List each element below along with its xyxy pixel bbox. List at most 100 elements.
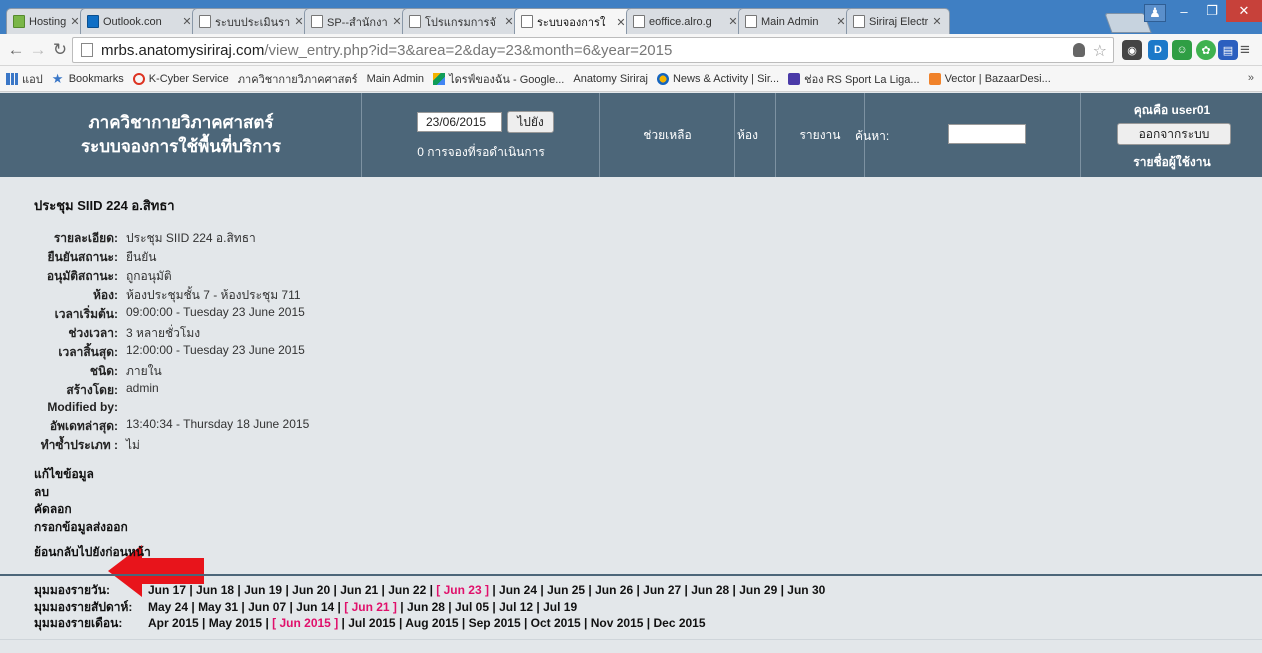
logout-button[interactable]: ออกจากระบบ xyxy=(1117,123,1231,145)
user-profile-icon[interactable]: ♟ xyxy=(1144,4,1166,22)
user-list-link[interactable]: รายชื่อผู้ใช้งาน xyxy=(1081,153,1262,172)
browser-tab[interactable]: Outlook.con ✕ xyxy=(80,8,200,34)
edit-entry-link[interactable]: แก้ไขข้อมูล xyxy=(34,466,128,484)
month-view-link[interactable]: Jul 2015 xyxy=(348,616,395,630)
browser-tab[interactable]: HostingLotu✕ xyxy=(6,8,88,34)
week-view-link[interactable]: May 31 xyxy=(198,600,238,614)
entry-details-table: รายละเอียด: ประชุม SIID 224 อ.สิทธา ยืนยัน… xyxy=(22,229,310,455)
d-extension-icon[interactable]: D xyxy=(1148,40,1168,60)
tab-label: SP--สำนักงาน xyxy=(327,16,388,29)
restore-icon[interactable]: ❐ xyxy=(1198,0,1226,22)
tab-label: ระบบจองการใ xyxy=(537,17,606,29)
bookmark-label: K-Cyber Service xyxy=(148,72,229,85)
bookmark-item[interactable]: ช่อง RS Sport La Liga... xyxy=(788,70,920,88)
day-view-link[interactable]: Jun 25 xyxy=(547,583,585,597)
bookmark-star-icon[interactable]: ☆ xyxy=(1093,41,1107,61)
delete-entry-link[interactable]: ลบ xyxy=(34,484,128,502)
week-view-link[interactable]: Jun 07 xyxy=(248,600,286,614)
month-view-link[interactable]: Apr 2015 xyxy=(148,616,199,630)
detail-value: ยืนยัน xyxy=(126,250,157,264)
bookmark-item[interactable]: K-Cyber Service xyxy=(132,72,229,85)
day-view-link[interactable]: Jun 24 xyxy=(499,583,537,597)
go-button[interactable]: ไปยัง xyxy=(507,111,554,133)
forward-arrow-icon[interactable]: → xyxy=(28,40,48,60)
browser-tab[interactable]: eoffice.alro.g ✕ xyxy=(626,8,746,34)
day-view-link[interactable]: Jun 20 xyxy=(292,583,330,597)
separator: | xyxy=(729,583,740,597)
day-view-link[interactable]: Jun 23 xyxy=(444,583,482,597)
separator: | xyxy=(681,583,692,597)
chat-extension-icon[interactable]: ☺ xyxy=(1172,40,1192,60)
tab-close-icon[interactable]: ✕ xyxy=(931,15,943,28)
day-view-link[interactable]: Jun 17 xyxy=(148,583,186,597)
back-arrow-icon[interactable]: ← xyxy=(6,40,26,60)
report-link[interactable]: รายงาน xyxy=(776,93,864,177)
reload-icon[interactable]: ↻ xyxy=(50,40,70,60)
browser-tab[interactable]: ระบบจองการใ ✕ xyxy=(514,8,634,35)
day-view-link[interactable]: Jun 28 xyxy=(691,583,729,597)
evernote-extension-icon[interactable]: ✿ xyxy=(1196,40,1216,60)
browser-tab[interactable]: Main Admin ✕ xyxy=(738,8,854,34)
bookmark-item[interactable]: ★ Bookmarks xyxy=(51,70,124,86)
week-view-link[interactable]: Jul 12 xyxy=(499,600,533,614)
bookmark-item[interactable]: Main Admin xyxy=(367,73,424,85)
month-view-link[interactable]: Aug 2015 xyxy=(405,616,458,630)
chrome-menu-icon[interactable]: ≡ xyxy=(1236,40,1254,60)
week-view-link[interactable]: May 24 xyxy=(148,600,188,614)
day-view-link[interactable]: Jun 19 xyxy=(244,583,282,597)
bookmark-item[interactable]: Anatomy Siriraj xyxy=(573,73,648,85)
current-user-label[interactable]: คุณคือ user01 xyxy=(1081,101,1262,120)
bookmark-item[interactable]: ไดรฟ์ของฉัน - Google... xyxy=(433,70,564,88)
separator: | xyxy=(520,616,531,630)
month-view-link[interactable]: Nov 2015 xyxy=(591,616,644,630)
search-input[interactable] xyxy=(948,124,1026,144)
pending-bookings-link[interactable]: 0 การจองที่รอดำเนินการ xyxy=(362,143,600,162)
window-extension-icon[interactable]: ▤ xyxy=(1218,40,1238,60)
lightbulb-icon[interactable] xyxy=(1073,43,1085,57)
browser-tab[interactable]: SP--สำนักงาน✕ xyxy=(304,8,410,34)
week-view-link[interactable]: Jul 19 xyxy=(543,600,577,614)
date-input[interactable] xyxy=(417,112,502,132)
help-link[interactable]: ช่วยเหลือ xyxy=(600,93,735,177)
day-view-link[interactable]: Jun 22 xyxy=(388,583,426,597)
day-view-link[interactable]: Jun 29 xyxy=(739,583,777,597)
browser-tab[interactable]: ระบบประเมินรา ✕ xyxy=(192,8,312,34)
detail-row: ทำซ้ำประเภท : ไม่ xyxy=(22,436,309,455)
month-view-link[interactable]: Oct 2015 xyxy=(531,616,581,630)
month-view-link[interactable]: Jun 2015 xyxy=(279,616,330,630)
user-panel: คุณคือ user01 ออกจากระบบ รายชื่อผู้ใช้งา… xyxy=(1080,93,1262,177)
bookmark-item[interactable]: ภาควิชากายวิภาคศาสตร์ xyxy=(238,70,358,88)
week-view-link[interactable]: Jun 21 xyxy=(352,600,390,614)
week-view-link[interactable]: Jun 28 xyxy=(407,600,445,614)
camera-extension-icon[interactable]: ◉ xyxy=(1122,40,1142,60)
browser-tab[interactable]: โปรแกรมการจั ✕ xyxy=(402,8,522,34)
separator: | xyxy=(396,599,407,614)
calendar-views: มุมมองรายวัน: Jun 17 | Jun 18 | Jun 19 |… xyxy=(34,582,825,632)
week-view-link[interactable]: Jun 14 xyxy=(296,600,334,614)
export-entry-link[interactable]: กรอกข้อมูลส่งออก xyxy=(34,519,128,537)
day-view-link[interactable]: Jun 21 xyxy=(340,583,378,597)
day-view-link[interactable]: Jun 27 xyxy=(643,583,681,597)
week-view-link[interactable]: Jul 05 xyxy=(455,600,489,614)
week-view-links: May 24 | May 31 | Jun 07 | Jun 14 | [ Ju… xyxy=(148,599,577,616)
day-view-link[interactable]: Jun 26 xyxy=(595,583,633,597)
separator: | xyxy=(262,616,273,630)
month-view-link[interactable]: Sep 2015 xyxy=(469,616,521,630)
month-view-link[interactable]: May 2015 xyxy=(209,616,262,630)
day-view-link[interactable]: Jun 30 xyxy=(787,583,825,597)
close-window-icon[interactable]: ✕ xyxy=(1226,0,1262,22)
rooms-link[interactable]: ห้อง xyxy=(720,93,775,177)
bookmark-item[interactable]: News & Activity | Sir... xyxy=(656,72,779,85)
back-link[interactable]: ย้อนกลับไปยังก่อนหน้า xyxy=(34,543,151,562)
month-view-link[interactable]: Dec 2015 xyxy=(653,616,705,630)
day-view-link[interactable]: Jun 18 xyxy=(196,583,234,597)
copy-entry-link[interactable]: คัดลอก xyxy=(34,501,128,519)
address-bar[interactable]: mrbs.anatomysiriraj.com/view_entry.php?i… xyxy=(72,37,1114,63)
minimize-icon[interactable]: – xyxy=(1170,0,1198,22)
bookmarks-overflow-icon[interactable]: » xyxy=(1248,72,1254,84)
entry-title: ประชุม SIID 224 อ.สิทธา xyxy=(34,198,175,213)
star-icon: ★ xyxy=(51,70,64,86)
bookmark-item[interactable]: Vector | BazaarDesi... xyxy=(928,72,1051,85)
bookmark-item[interactable]: แอป xyxy=(6,70,43,88)
browser-tab[interactable]: Siriraj Electro ✕ xyxy=(846,8,950,34)
